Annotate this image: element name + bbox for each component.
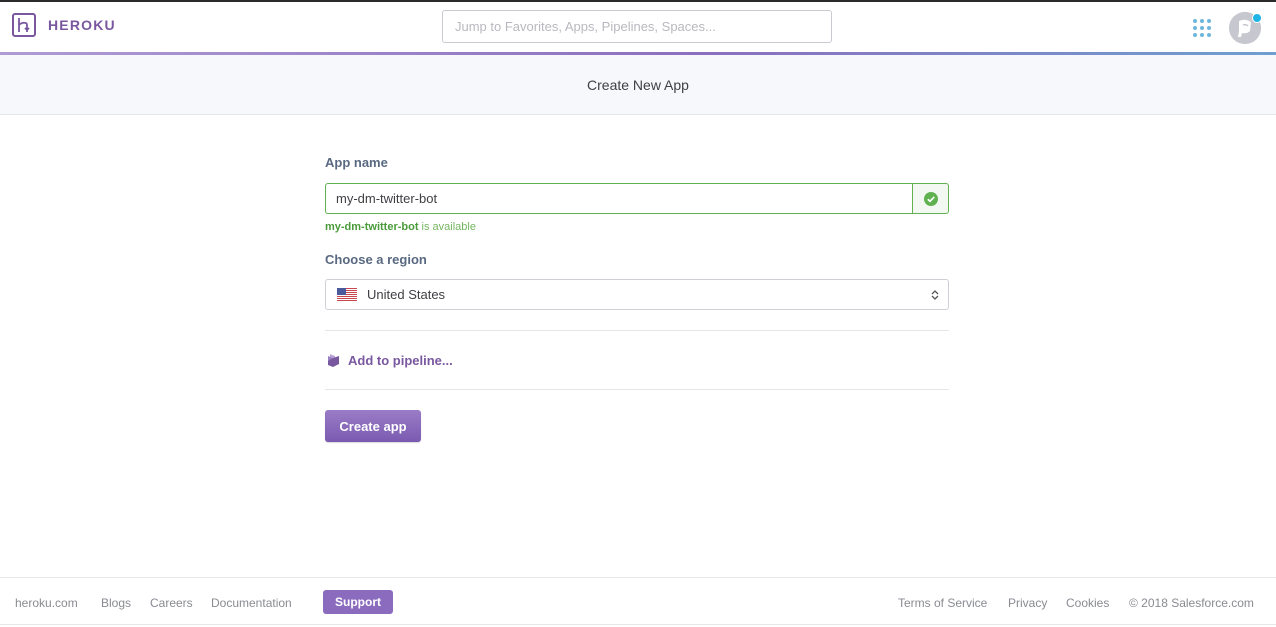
create-app-form: App name my-dm-twitter-bot is available … [325,155,949,442]
footer-link-blogs[interactable]: Blogs [101,596,131,610]
copyright: © 2018 Salesforce.com [1129,596,1254,610]
availability-message: my-dm-twitter-bot is available [325,221,949,237]
check-circle-icon [923,191,938,206]
app-name-input[interactable] [325,183,912,214]
add-to-pipeline-label: Add to pipeline... [348,352,453,368]
support-button[interactable]: Support [323,590,393,614]
page-title: Create New App [587,76,689,93]
select-arrows-icon [931,290,939,300]
page-title-bar: Create New App [0,55,1276,115]
notification-dot [1252,13,1262,23]
availability-suffix: is available [418,221,476,233]
app-name-label: App name [325,155,388,170]
section-divider [325,389,949,390]
pipeline-icon [328,354,339,367]
region-label: Choose a region [325,252,427,267]
us-flag-icon [337,288,357,301]
availability-app-name: my-dm-twitter-bot [325,221,419,233]
footer-link-terms[interactable]: Terms of Service [898,596,987,610]
top-navbar: HEROKU [0,2,1276,52]
availability-check [912,183,949,214]
heroku-logo[interactable]: HEROKU [12,13,116,37]
create-app-button[interactable]: Create app [325,410,421,442]
footer-link-documentation[interactable]: Documentation [211,596,292,610]
footer-link-cookies[interactable]: Cookies [1066,596,1109,610]
footer-link-privacy[interactable]: Privacy [1008,596,1047,610]
add-to-pipeline-link[interactable]: Add to pipeline... [325,331,949,389]
footer: heroku.com Blogs Careers Documentation S… [0,577,1276,625]
search-input[interactable] [442,10,832,43]
app-name-row [325,183,949,214]
region-value: United States [367,287,446,302]
footer-link-careers[interactable]: Careers [150,596,193,610]
region-select[interactable]: United States [325,279,949,310]
apps-grid-icon[interactable] [1192,18,1212,38]
footer-link-heroku[interactable]: heroku.com [15,596,78,610]
brand-name: HEROKU [48,17,116,33]
heroku-logo-icon [12,13,36,37]
